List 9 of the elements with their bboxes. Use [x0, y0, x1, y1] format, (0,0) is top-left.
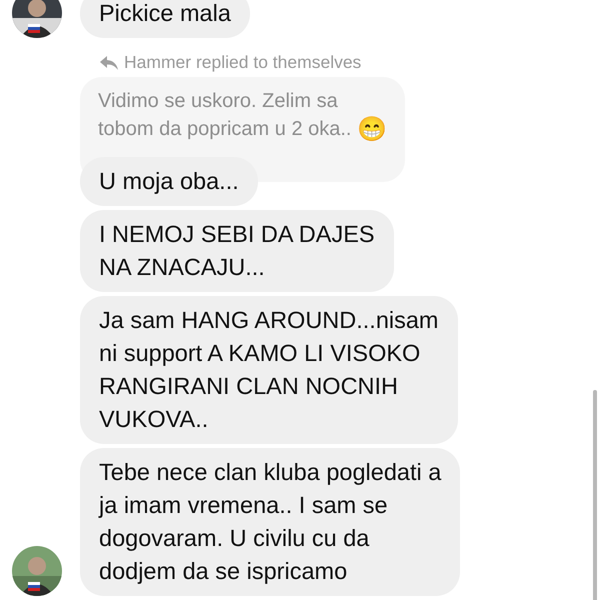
grinning-emoji: 😁: [357, 116, 388, 143]
reply-icon: [100, 56, 118, 70]
scroll-bar[interactable]: [593, 390, 597, 600]
message-bubble: Tebe nece clan kluba pogledati a ja imam vremena.. I sam se dogovaram. U civilu cu da dodjem da se ispricamo: [80, 448, 460, 596]
reply-label: Hammer replied to themselves: [124, 52, 362, 73]
message-bubble: U moja oba...: [80, 157, 258, 206]
message-bubble: Ja sam HANG AROUND...nisam ni support A KAMO LI VISOKO RANGIRANI CLAN NOCNIH VUKOVA..: [80, 296, 458, 444]
message-bubble: I NEMOJ SEBI DA DAJES NA ZNACAJU...: [80, 210, 394, 292]
message-bubble: Pickice mala: [80, 0, 250, 38]
